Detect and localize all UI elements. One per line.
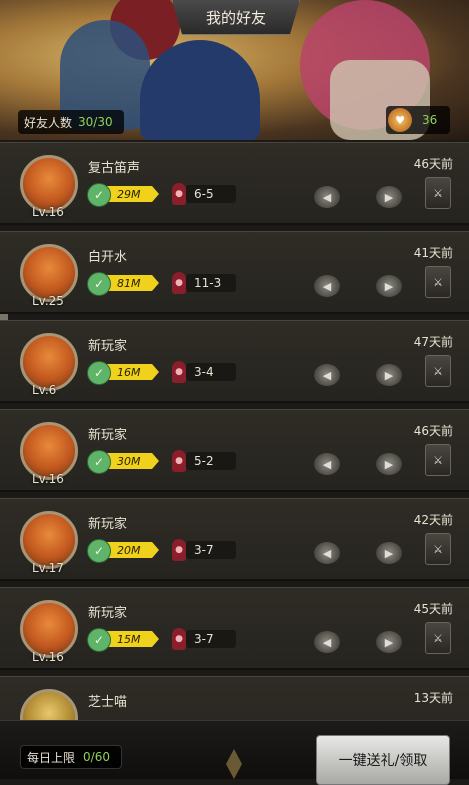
coin-value: 36 — [422, 113, 438, 127]
receive-arrow-icon: ▶ — [376, 453, 402, 475]
receive-arrow-icon: ▶ — [376, 364, 402, 386]
footer-bar: 每日上限 0/60 一键送礼/领取 — [0, 720, 469, 785]
friend-row[interactable]: Lv.16 新玩家 15M ✓ 3-7 ● 45天前 ◀ ▶ ⚔ — [0, 587, 469, 670]
friend-row[interactable]: Lv.6 新玩家 16M ✓ 3-4 ● 47天前 ◀ ▶ ⚔ — [0, 320, 469, 403]
send-arrow-icon: ◀ — [314, 453, 340, 475]
page-title: 我的好友 — [172, 0, 300, 35]
stage-pin-icon: ● — [172, 183, 186, 205]
power-badge: 29M ✓ — [87, 183, 161, 207]
stage-pin-icon: ● — [172, 450, 186, 472]
stage-value: 3-4 — [186, 363, 236, 381]
last-online: 47天前 — [413, 335, 453, 349]
power-badge: 81M ✓ — [87, 272, 161, 296]
battle-button[interactable]: ⚔ — [423, 444, 453, 476]
crossed-swords-icon: ⚔ — [425, 444, 451, 476]
power-badge: 30M ✓ — [87, 450, 161, 474]
friend-name: 复古笛声 — [88, 161, 141, 176]
battle-button[interactable]: ⚔ — [423, 266, 453, 298]
receive-gift-button[interactable]: ▶ — [374, 450, 404, 478]
shield-icon: ✓ — [87, 183, 111, 207]
receive-gift-button[interactable]: ▶ — [374, 183, 404, 211]
shield-icon: ✓ — [87, 539, 111, 563]
crossed-swords-icon: ⚔ — [425, 533, 451, 565]
diamond-emblem-icon — [226, 749, 242, 779]
battle-button[interactable]: ⚔ — [423, 177, 453, 209]
power-badge: 16M ✓ — [87, 361, 161, 385]
crossed-swords-icon: ⚔ — [425, 355, 451, 387]
header-banner: 我的好友 好友人数 30/30 ♥ 36 — [0, 0, 469, 140]
daily-limit-label: 每日上限 — [27, 750, 76, 765]
receive-gift-button[interactable]: ▶ — [374, 539, 404, 567]
shield-icon: ✓ — [87, 450, 111, 474]
friend-level: Lv.16 — [32, 650, 64, 664]
friend-row[interactable]: Lv.25 白开水 81M ✓ 11-3 ● 41天前 ◀ ▶ ⚔ — [0, 231, 469, 314]
stage-value: 6-5 — [186, 185, 236, 203]
friend-count: 好友人数 30/30 — [18, 110, 124, 134]
stage-pin-icon: ● — [172, 539, 186, 561]
receive-arrow-icon: ▶ — [376, 631, 402, 653]
receive-gift-button[interactable]: ▶ — [374, 361, 404, 389]
send-gift-button[interactable]: ◀ — [312, 539, 342, 567]
receive-gift-button[interactable]: ▶ — [374, 628, 404, 656]
friend-row[interactable]: Lv.16 复古笛声 29M ✓ 6-5 ● 46天前 ◀ ▶ ⚔ — [0, 142, 469, 225]
send-gift-button[interactable]: ◀ — [312, 361, 342, 389]
send-arrow-icon: ◀ — [314, 275, 340, 297]
friend-row[interactable]: Lv.17 新玩家 20M ✓ 3-7 ● 42天前 ◀ ▶ ⚔ — [0, 498, 469, 581]
friend-name: 芝士喵 — [88, 695, 128, 710]
crossed-swords-icon: ⚔ — [425, 266, 451, 298]
daily-limit: 每日上限 0/60 — [20, 745, 122, 769]
friend-level: Lv.6 — [32, 383, 57, 397]
receive-arrow-icon: ▶ — [376, 186, 402, 208]
friend-level: Lv.16 — [32, 205, 64, 219]
stage-pin-icon: ● — [172, 361, 186, 383]
last-online: 46天前 — [413, 157, 453, 171]
stage-value: 11-3 — [186, 274, 236, 292]
last-online: 42天前 — [413, 513, 453, 527]
coin-counter: ♥ 36 — [386, 106, 450, 134]
daily-limit-value: 0/60 — [83, 750, 110, 764]
last-online: 13天前 — [413, 691, 453, 705]
friend-name: 新玩家 — [88, 606, 128, 621]
friend-name: 白开水 — [88, 250, 128, 265]
crossed-swords-icon: ⚔ — [425, 622, 451, 654]
send-gift-button[interactable]: ◀ — [312, 183, 342, 211]
friend-level: Lv.25 — [32, 294, 64, 308]
friend-level: Lv.17 — [32, 561, 64, 575]
stage-value: 5-2 — [186, 452, 236, 470]
receive-gift-button[interactable]: ▶ — [374, 272, 404, 300]
friend-name: 新玩家 — [88, 339, 128, 354]
shield-icon: ✓ — [87, 272, 111, 296]
receive-arrow-icon: ▶ — [376, 542, 402, 564]
shield-icon: ✓ — [87, 628, 111, 652]
stage-value: 3-7 — [186, 541, 236, 559]
friend-row[interactable]: Lv.16 新玩家 30M ✓ 5-2 ● 46天前 ◀ ▶ ⚔ — [0, 409, 469, 492]
stage-value: 3-7 — [186, 630, 236, 648]
stage-pin-icon: ● — [172, 628, 186, 650]
battle-button[interactable]: ⚔ — [423, 533, 453, 565]
battle-button[interactable]: ⚔ — [423, 355, 453, 387]
battle-button[interactable]: ⚔ — [423, 622, 453, 654]
heart-coin-icon: ♥ — [388, 108, 412, 132]
send-arrow-icon: ◀ — [314, 542, 340, 564]
send-arrow-icon: ◀ — [314, 364, 340, 386]
send-gift-button[interactable]: ◀ — [312, 628, 342, 656]
send-arrow-icon: ◀ — [314, 631, 340, 653]
power-badge: 15M ✓ — [87, 628, 161, 652]
friend-name: 新玩家 — [88, 428, 128, 443]
last-online: 46天前 — [413, 424, 453, 438]
friend-name: 新玩家 — [88, 517, 128, 532]
last-online: 45天前 — [413, 602, 453, 616]
friend-level: Lv.16 — [32, 472, 64, 486]
friend-count-label: 好友人数 — [24, 115, 73, 130]
send-arrow-icon: ◀ — [314, 186, 340, 208]
send-gift-button[interactable]: ◀ — [312, 272, 342, 300]
receive-arrow-icon: ▶ — [376, 275, 402, 297]
send-gift-button[interactable]: ◀ — [312, 450, 342, 478]
crossed-swords-icon: ⚔ — [425, 177, 451, 209]
last-online: 41天前 — [413, 246, 453, 260]
friend-count-value: 30/30 — [78, 115, 113, 129]
stage-pin-icon: ● — [172, 272, 186, 294]
power-badge: 20M ✓ — [87, 539, 161, 563]
shield-icon: ✓ — [87, 361, 111, 385]
